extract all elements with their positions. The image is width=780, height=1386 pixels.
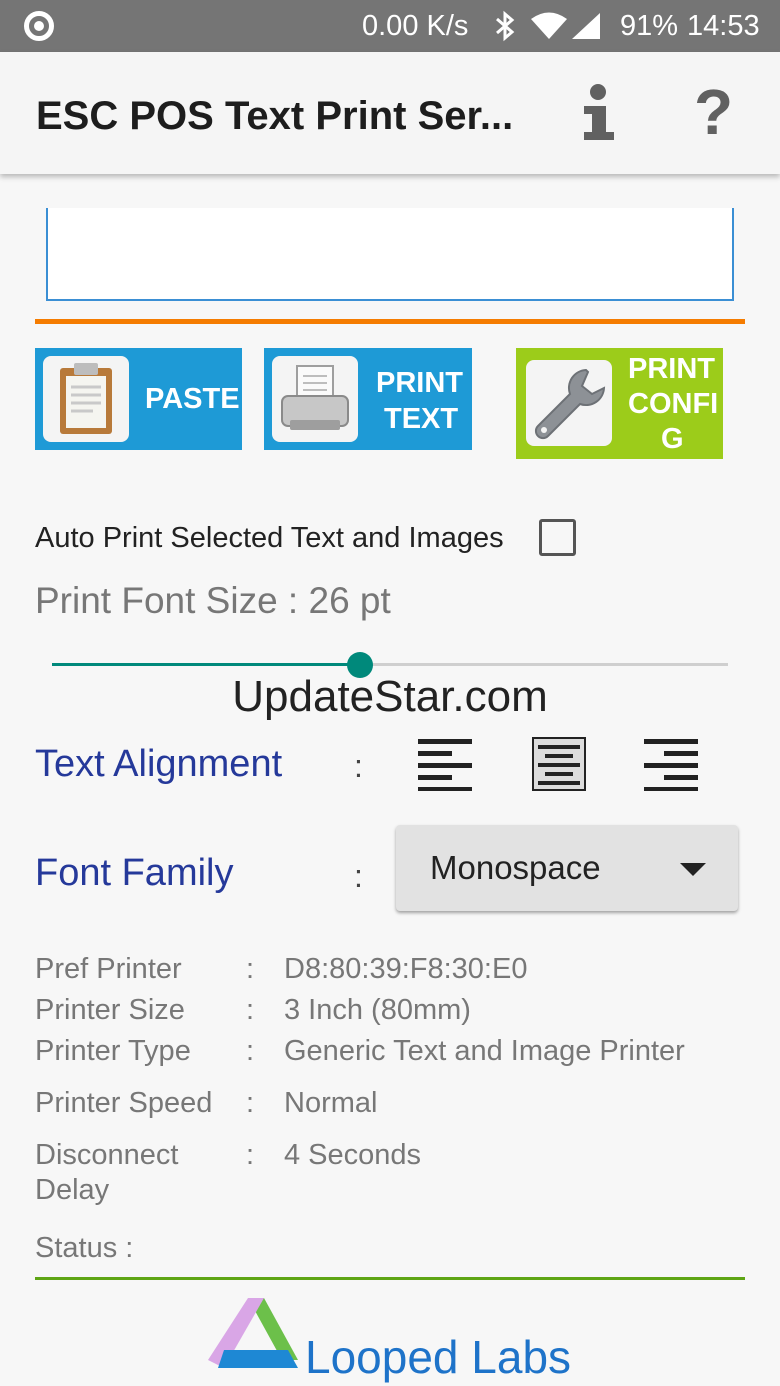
align-center-icon[interactable] [532,737,586,791]
bluetooth-icon [496,10,515,42]
printer-speed-value: Normal [284,1087,378,1119]
print-config-label-line1: PRINT [628,353,715,385]
print-config-button[interactable]: PRINT CONFI G [516,348,723,459]
align-right-icon[interactable] [644,737,698,791]
looped-labs-brand: Looped Labs [305,1331,572,1383]
align-left-icon[interactable] [418,737,472,791]
net-speed: 0.00 K/s [362,10,469,42]
screen: 0.00 K/s 91% 14:53 ESC POS Text Print Se… [0,0,780,1386]
radio-icon [24,11,54,41]
paste-button[interactable]: PASTE [35,348,242,450]
print-config-label-line2: CONFI [628,388,719,420]
printer-size-label: Printer Size [35,994,185,1026]
status-label: Status : [35,1232,134,1264]
text-alignment-label: Text Alignment [35,743,283,785]
disconnect-delay-label: Disconnect [35,1139,179,1171]
detail-separator: : [246,994,255,1026]
signal-icon [572,13,600,39]
info-icon[interactable] [576,84,620,142]
looped-labs-logo-icon [208,1298,298,1368]
printer-icon [272,356,358,442]
auto-print-checkbox[interactable] [539,519,576,556]
printer-type-label: Printer Type [35,1035,191,1067]
print-config-label-line3: G [661,423,684,455]
print-text-label-line1: PRINT [376,367,463,399]
pref-printer-label: Pref Printer [35,953,182,985]
print-text-area[interactable] [46,208,734,301]
paste-label: PASTE [145,383,240,415]
divider [35,319,745,324]
disconnect-delay-label-line2: Delay [35,1174,110,1206]
battery-level: 91% [620,10,679,42]
font-family-dropdown[interactable]: Monospace [396,825,738,911]
printer-speed-label: Printer Speed [35,1087,213,1119]
disconnect-delay-value: 4 Seconds [284,1139,422,1171]
clipboard-icon [43,356,129,442]
app-bar: ESC POS Text Print Ser... ? [0,52,780,174]
pref-printer-value: D8:80:39:F8:30:E0 [284,953,528,985]
font-family-value: Monospace [430,849,601,886]
print-text-label-line2: TEXT [384,403,459,435]
printer-size-value: 3 Inch (80mm) [284,994,471,1026]
print-text-button[interactable]: PRINT TEXT [264,348,472,450]
watermark: UpdateStar.com [232,672,548,721]
detail-separator: : [246,1087,255,1119]
font-family-label: Font Family [35,852,234,894]
app-title: ESC POS Text Print Ser... [36,94,514,138]
detail-separator: : [246,953,255,985]
font-size-label: Print Font Size : 26 pt [35,580,391,621]
dropdown-arrow-icon [680,863,706,876]
clock: 14:53 [687,10,760,42]
status-bar: 0.00 K/s 91% 14:53 [0,0,780,52]
divider [35,1277,745,1280]
slider-fill [52,663,360,666]
detail-separator: : [246,1139,255,1171]
detail-separator: : [246,1035,255,1067]
auto-print-label: Auto Print Selected Text and Images [35,522,504,554]
wrench-icon [526,360,612,446]
wifi-icon [531,12,567,39]
printer-type-value: Generic Text and Image Printer [284,1035,685,1067]
font-family-separator: : [354,858,363,894]
help-icon[interactable]: ? [694,80,733,144]
text-alignment-separator: : [354,748,363,784]
